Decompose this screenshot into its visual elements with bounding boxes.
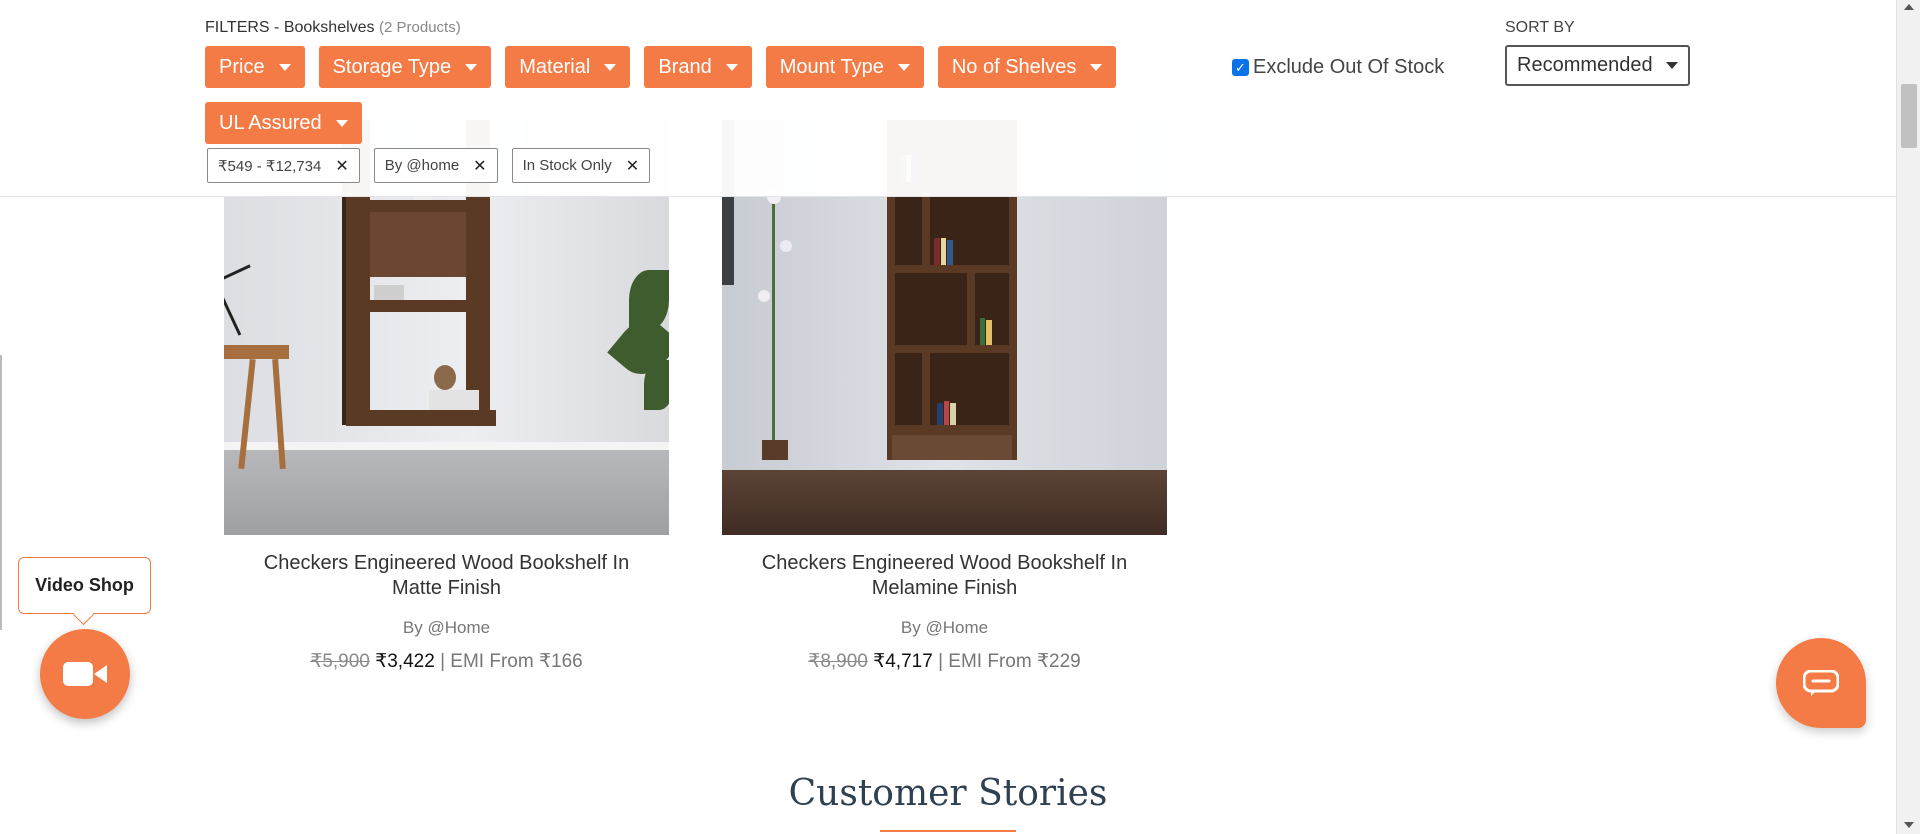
product-card[interactable]: Checkers Engineered Wood Bookshelf In Me… — [722, 120, 1167, 673]
product-price-line: ₹5,900 ₹3,422 | EMI From ₹166 — [224, 650, 669, 673]
chat-button[interactable] — [1776, 638, 1866, 728]
exclude-out-of-stock-checkbox[interactable]: ✓ — [1232, 59, 1249, 76]
filter-title-text: FILTERS - Bookshelves — [205, 19, 375, 36]
filter-chips: Price Storage Type Material Brand Mount … — [205, 46, 1165, 144]
applied-filter-stock: In Stock Only ✕ — [511, 148, 651, 183]
close-icon[interactable]: ✕ — [335, 156, 348, 176]
filter-material[interactable]: Material — [505, 46, 631, 88]
applied-filters: ₹549 - ₹12,734 ✕ By @home ✕ In Stock Only ✕ — [207, 148, 651, 183]
caret-down-icon — [278, 63, 291, 71]
applied-filter-brand: By @home ✕ — [373, 148, 498, 183]
video-shop-button[interactable] — [40, 629, 130, 719]
scroll-down-arrow-icon[interactable] — [1904, 822, 1914, 828]
sale-price: ₹4,717 — [873, 651, 933, 672]
caret-down-icon — [1090, 63, 1103, 71]
applied-filter-label: In Stock Only — [522, 157, 612, 174]
scroll-thumb[interactable] — [1901, 84, 1917, 148]
sale-price: ₹3,422 — [375, 651, 435, 672]
close-icon[interactable]: ✕ — [473, 156, 486, 176]
side-tab-edge — [0, 355, 2, 630]
section-title: Customer Stories — [788, 773, 1108, 814]
chip-label: No of Shelves — [951, 55, 1077, 78]
chip-label: Brand — [658, 55, 712, 78]
chip-label: Storage Type — [332, 55, 452, 78]
caret-down-icon — [335, 119, 348, 127]
product-name[interactable]: Checkers Engineered Wood Bookshelf In Me… — [722, 551, 1167, 601]
video-camera-icon — [63, 662, 107, 686]
original-price: ₹8,900 — [808, 651, 868, 672]
caret-down-icon — [465, 63, 478, 71]
caret-down-icon — [604, 63, 617, 71]
applied-filter-label: By @home — [384, 157, 460, 174]
sort-selected-value: Recommended — [1517, 54, 1653, 76]
filter-no-of-shelves[interactable]: No of Shelves — [937, 46, 1117, 88]
product-name[interactable]: Checkers Engineered Wood Bookshelf In Ma… — [224, 551, 669, 601]
product-card[interactable]: Checkers Engineered Wood Bookshelf In Ma… — [224, 120, 669, 673]
applied-filter-label: ₹549 - ₹12,734 — [218, 157, 322, 175]
vertical-scrollbar[interactable] — [1896, 0, 1920, 834]
chip-label: Material — [519, 55, 591, 78]
filter-brand[interactable]: Brand — [644, 46, 752, 88]
chat-bubble-icon — [1803, 670, 1839, 696]
section-underline — [880, 830, 1016, 832]
emi-text: | EMI From ₹166 — [440, 651, 583, 672]
exclude-out-of-stock-toggle[interactable]: ✓ Exclude Out Of Stock — [1232, 56, 1444, 79]
chip-label: Price — [219, 55, 265, 78]
chip-label: UL Assured — [219, 111, 322, 134]
emi-text: | EMI From ₹229 — [938, 651, 1081, 672]
video-shop-tooltip[interactable]: Video Shop — [18, 557, 151, 614]
filter-bar: FILTERS - Bookshelves (2 Products) Price… — [0, 0, 1896, 197]
product-price-line: ₹8,900 ₹4,717 | EMI From ₹229 — [722, 650, 1167, 673]
page: Checkers Engineered Wood Bookshelf In Ma… — [0, 0, 1896, 834]
filter-mount-type[interactable]: Mount Type — [765, 46, 924, 88]
product-brand: By @Home — [402, 618, 491, 637]
filter-title: FILTERS - Bookshelves (2 Products) — [205, 19, 461, 37]
product-brand: By @Home — [900, 618, 989, 637]
caret-down-icon — [725, 63, 738, 71]
filter-price[interactable]: Price — [205, 46, 305, 88]
close-icon[interactable]: ✕ — [626, 156, 639, 176]
original-price: ₹5,900 — [310, 651, 370, 672]
chip-label: Mount Type — [779, 55, 884, 78]
sort-select[interactable]: Recommended — [1505, 45, 1690, 86]
caret-down-icon — [897, 63, 910, 71]
applied-filter-price: ₹549 - ₹12,734 ✕ — [207, 148, 360, 183]
filter-ul-assured[interactable]: UL Assured — [205, 102, 362, 144]
sort-label: SORT BY — [1505, 19, 1575, 36]
caret-down-icon — [1666, 62, 1678, 69]
filter-storage-type[interactable]: Storage Type — [318, 46, 492, 88]
exclude-out-of-stock-label: Exclude Out Of Stock — [1253, 56, 1445, 78]
scroll-up-arrow-icon[interactable] — [1904, 4, 1914, 10]
product-count: (2 Products) — [379, 19, 461, 36]
